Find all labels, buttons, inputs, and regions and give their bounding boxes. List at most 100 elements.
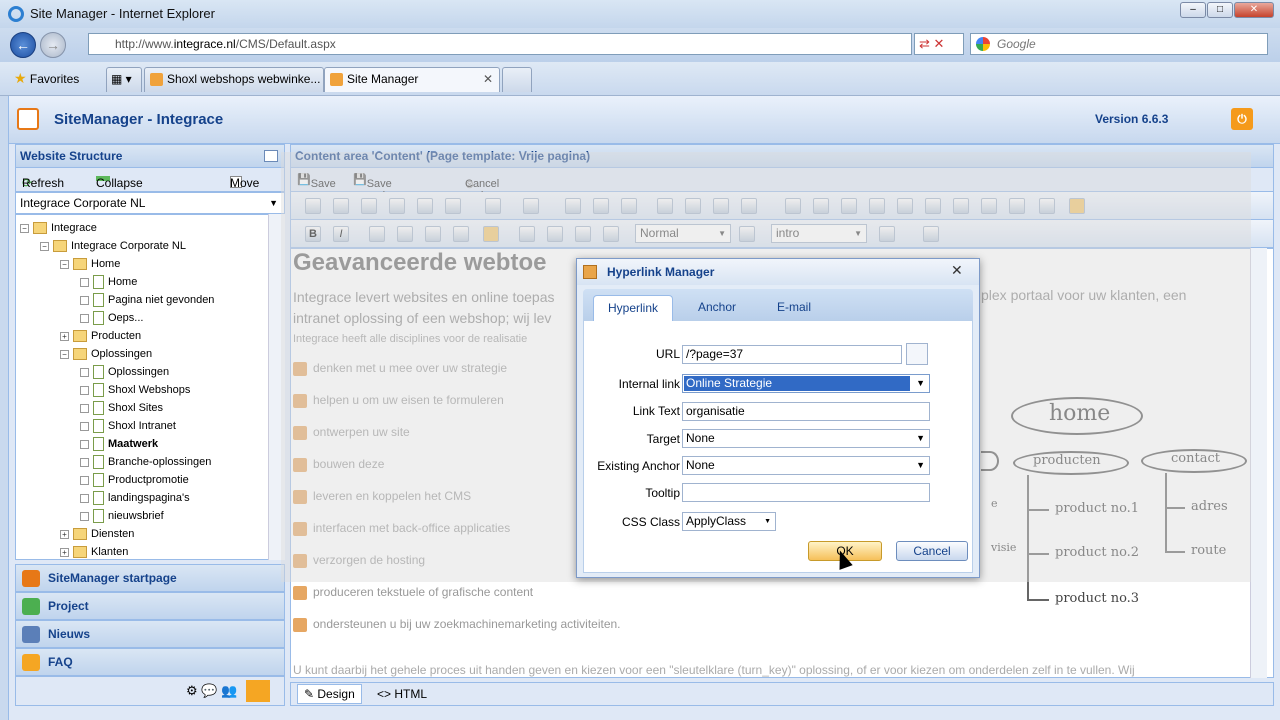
- bullet-text: produceren tekstuele of grafische conten…: [313, 585, 534, 599]
- tree-node-label: Shoxl Sites: [108, 402, 164, 414]
- accordion-nieuws[interactable]: Nieuws: [15, 620, 285, 648]
- startpage-icon: [22, 570, 40, 587]
- html-mode-tab[interactable]: <> HTML: [377, 687, 427, 701]
- tree-node[interactable]: Shoxl Intranet: [80, 417, 176, 435]
- tree-node[interactable]: + Diensten: [60, 525, 134, 543]
- editor-scrollbar[interactable]: [1250, 248, 1267, 678]
- back-button[interactable]: ←: [10, 32, 36, 58]
- tree-node[interactable]: landingspagina's: [80, 489, 190, 507]
- expander-icon[interactable]: −: [60, 259, 69, 269]
- tab-anchor[interactable]: Anchor: [683, 295, 751, 321]
- tree-node[interactable]: Maatwerk: [80, 435, 158, 453]
- expander-icon[interactable]: +: [60, 547, 69, 557]
- tree-node[interactable]: Oplossingen: [80, 363, 169, 381]
- tree-node[interactable]: − Integrace Corporate NL: [40, 237, 186, 255]
- tree-node[interactable]: + Producten: [60, 327, 141, 345]
- folder-icon: [73, 258, 87, 271]
- expander-icon[interactable]: [80, 475, 89, 485]
- expander-icon[interactable]: [80, 511, 89, 521]
- html-label: HTML: [394, 687, 428, 701]
- url-input[interactable]: /?page=37: [682, 345, 902, 364]
- expander-icon[interactable]: [80, 457, 89, 467]
- tree-node[interactable]: Pagina niet gevonden: [80, 291, 214, 309]
- window-title: Site Manager - Internet Explorer: [30, 6, 215, 21]
- maximize-button[interactable]: □: [1207, 2, 1233, 18]
- expander-icon[interactable]: [80, 313, 89, 323]
- chevron-down-icon: ▼: [916, 433, 925, 443]
- css-class-value: ApplyClass: [686, 514, 747, 528]
- expander-icon[interactable]: [80, 421, 89, 431]
- accordion-sitemanager-startpage[interactable]: SiteManager startpage: [15, 564, 285, 592]
- folder-icon: [73, 348, 87, 361]
- expander-icon[interactable]: [80, 277, 89, 287]
- cancel-button[interactable]: Cancel: [896, 541, 968, 561]
- existing-anchor-select[interactable]: None ▼: [682, 456, 930, 475]
- tree-node-label: nieuwsbrief: [108, 510, 164, 522]
- project-icon: [22, 598, 40, 615]
- bullet-item: ondersteunen u bij uw zoekmachinemarketi…: [293, 617, 621, 632]
- tree-node[interactable]: + Klanten: [60, 543, 128, 559]
- collapse-panel-icon[interactable]: [264, 150, 278, 162]
- tooltip-input[interactable]: [682, 483, 930, 502]
- favorites-button[interactable]: ★ Favorites: [14, 70, 79, 87]
- tree-node[interactable]: Productpromotie: [80, 471, 189, 489]
- power-icon[interactable]: ⏻: [1231, 108, 1253, 130]
- accordion-faq[interactable]: FAQ: [15, 648, 285, 676]
- target-select[interactable]: None ▼: [682, 429, 930, 448]
- tab-email[interactable]: E-mail: [759, 295, 829, 321]
- new-tab-button[interactable]: [502, 67, 532, 92]
- address-input[interactable]: http://www.integrace.nl/CMS/Default.aspx: [88, 33, 912, 55]
- forward-button[interactable]: →: [40, 32, 66, 58]
- tree-node[interactable]: Oeps...: [80, 309, 143, 327]
- folder-icon: [33, 222, 47, 235]
- expander-icon[interactable]: [80, 439, 89, 449]
- expander-icon[interactable]: +: [60, 331, 69, 341]
- expander-icon[interactable]: [80, 493, 89, 503]
- accordion-project[interactable]: Project: [15, 592, 285, 620]
- close-window-button[interactable]: ✕: [1234, 2, 1274, 18]
- tree-node-label: Home: [108, 276, 138, 288]
- existing-anchor-label: Existing Anchor: [597, 459, 680, 473]
- expander-icon[interactable]: [80, 403, 89, 413]
- tree-node[interactable]: − Integrace: [20, 219, 97, 237]
- tree-node[interactable]: Branche-oplossingen: [80, 453, 211, 471]
- sitemap-icon[interactable]: [246, 680, 270, 702]
- bullet-item: produceren tekstuele of grafische conten…: [293, 585, 533, 600]
- css-class-select[interactable]: ApplyClass ▼: [682, 512, 776, 531]
- expander-icon[interactable]: −: [20, 223, 29, 233]
- refresh-stop-buttons[interactable]: ⇄ ✕: [914, 33, 964, 55]
- expander-icon[interactable]: [80, 295, 89, 305]
- site-select[interactable]: Integrace Corporate NL ▼: [15, 192, 285, 214]
- site-select-value: Integrace Corporate NL: [20, 196, 146, 210]
- tree-node[interactable]: Home: [80, 273, 137, 291]
- minimize-button[interactable]: –: [1180, 2, 1206, 18]
- browser-tab-site-manager[interactable]: Site Manager ✕: [324, 67, 500, 92]
- tree-node[interactable]: − Oplossingen: [60, 345, 152, 363]
- search-input[interactable]: Google: [970, 33, 1268, 55]
- tree-node[interactable]: − Home: [60, 255, 120, 273]
- faq-icon: [22, 654, 40, 671]
- browser-tab-shoxl[interactable]: Shoxl webshops webwinke...: [144, 67, 324, 92]
- internal-link-select[interactable]: Online Strategie ▼: [682, 374, 930, 393]
- document-manager-icon[interactable]: [906, 343, 928, 365]
- close-icon[interactable]: ✕: [951, 262, 963, 279]
- expander-icon[interactable]: −: [60, 349, 69, 359]
- tree-node[interactable]: Shoxl Webshops: [80, 381, 190, 399]
- url-prefix: http://www.: [115, 37, 174, 51]
- tree-node[interactable]: Shoxl Sites: [80, 399, 163, 417]
- quick-tabs-button[interactable]: ▦ ▾: [106, 67, 142, 92]
- tree-node[interactable]: nieuwsbrief: [80, 507, 164, 525]
- design-mode-tab[interactable]: ✎ Design: [297, 684, 362, 704]
- footer-tool-icons[interactable]: ⚙ 💬 👥: [186, 683, 237, 699]
- tab-hyperlink[interactable]: Hyperlink: [593, 295, 673, 321]
- expander-icon[interactable]: [80, 385, 89, 395]
- link-text-input[interactable]: organisatie: [682, 402, 930, 421]
- app-header: SiteManager - Integrace Version 6.6.3 ⏻: [9, 96, 1280, 144]
- expander-icon[interactable]: −: [40, 241, 49, 251]
- close-tab-icon[interactable]: ✕: [483, 68, 493, 91]
- expander-icon[interactable]: [80, 367, 89, 377]
- tab-favicon-icon: [330, 73, 343, 86]
- footer-text: U kunt daarbij het gehele proces uit han…: [293, 663, 1135, 677]
- folder-icon: [73, 546, 87, 559]
- expander-icon[interactable]: +: [60, 529, 69, 539]
